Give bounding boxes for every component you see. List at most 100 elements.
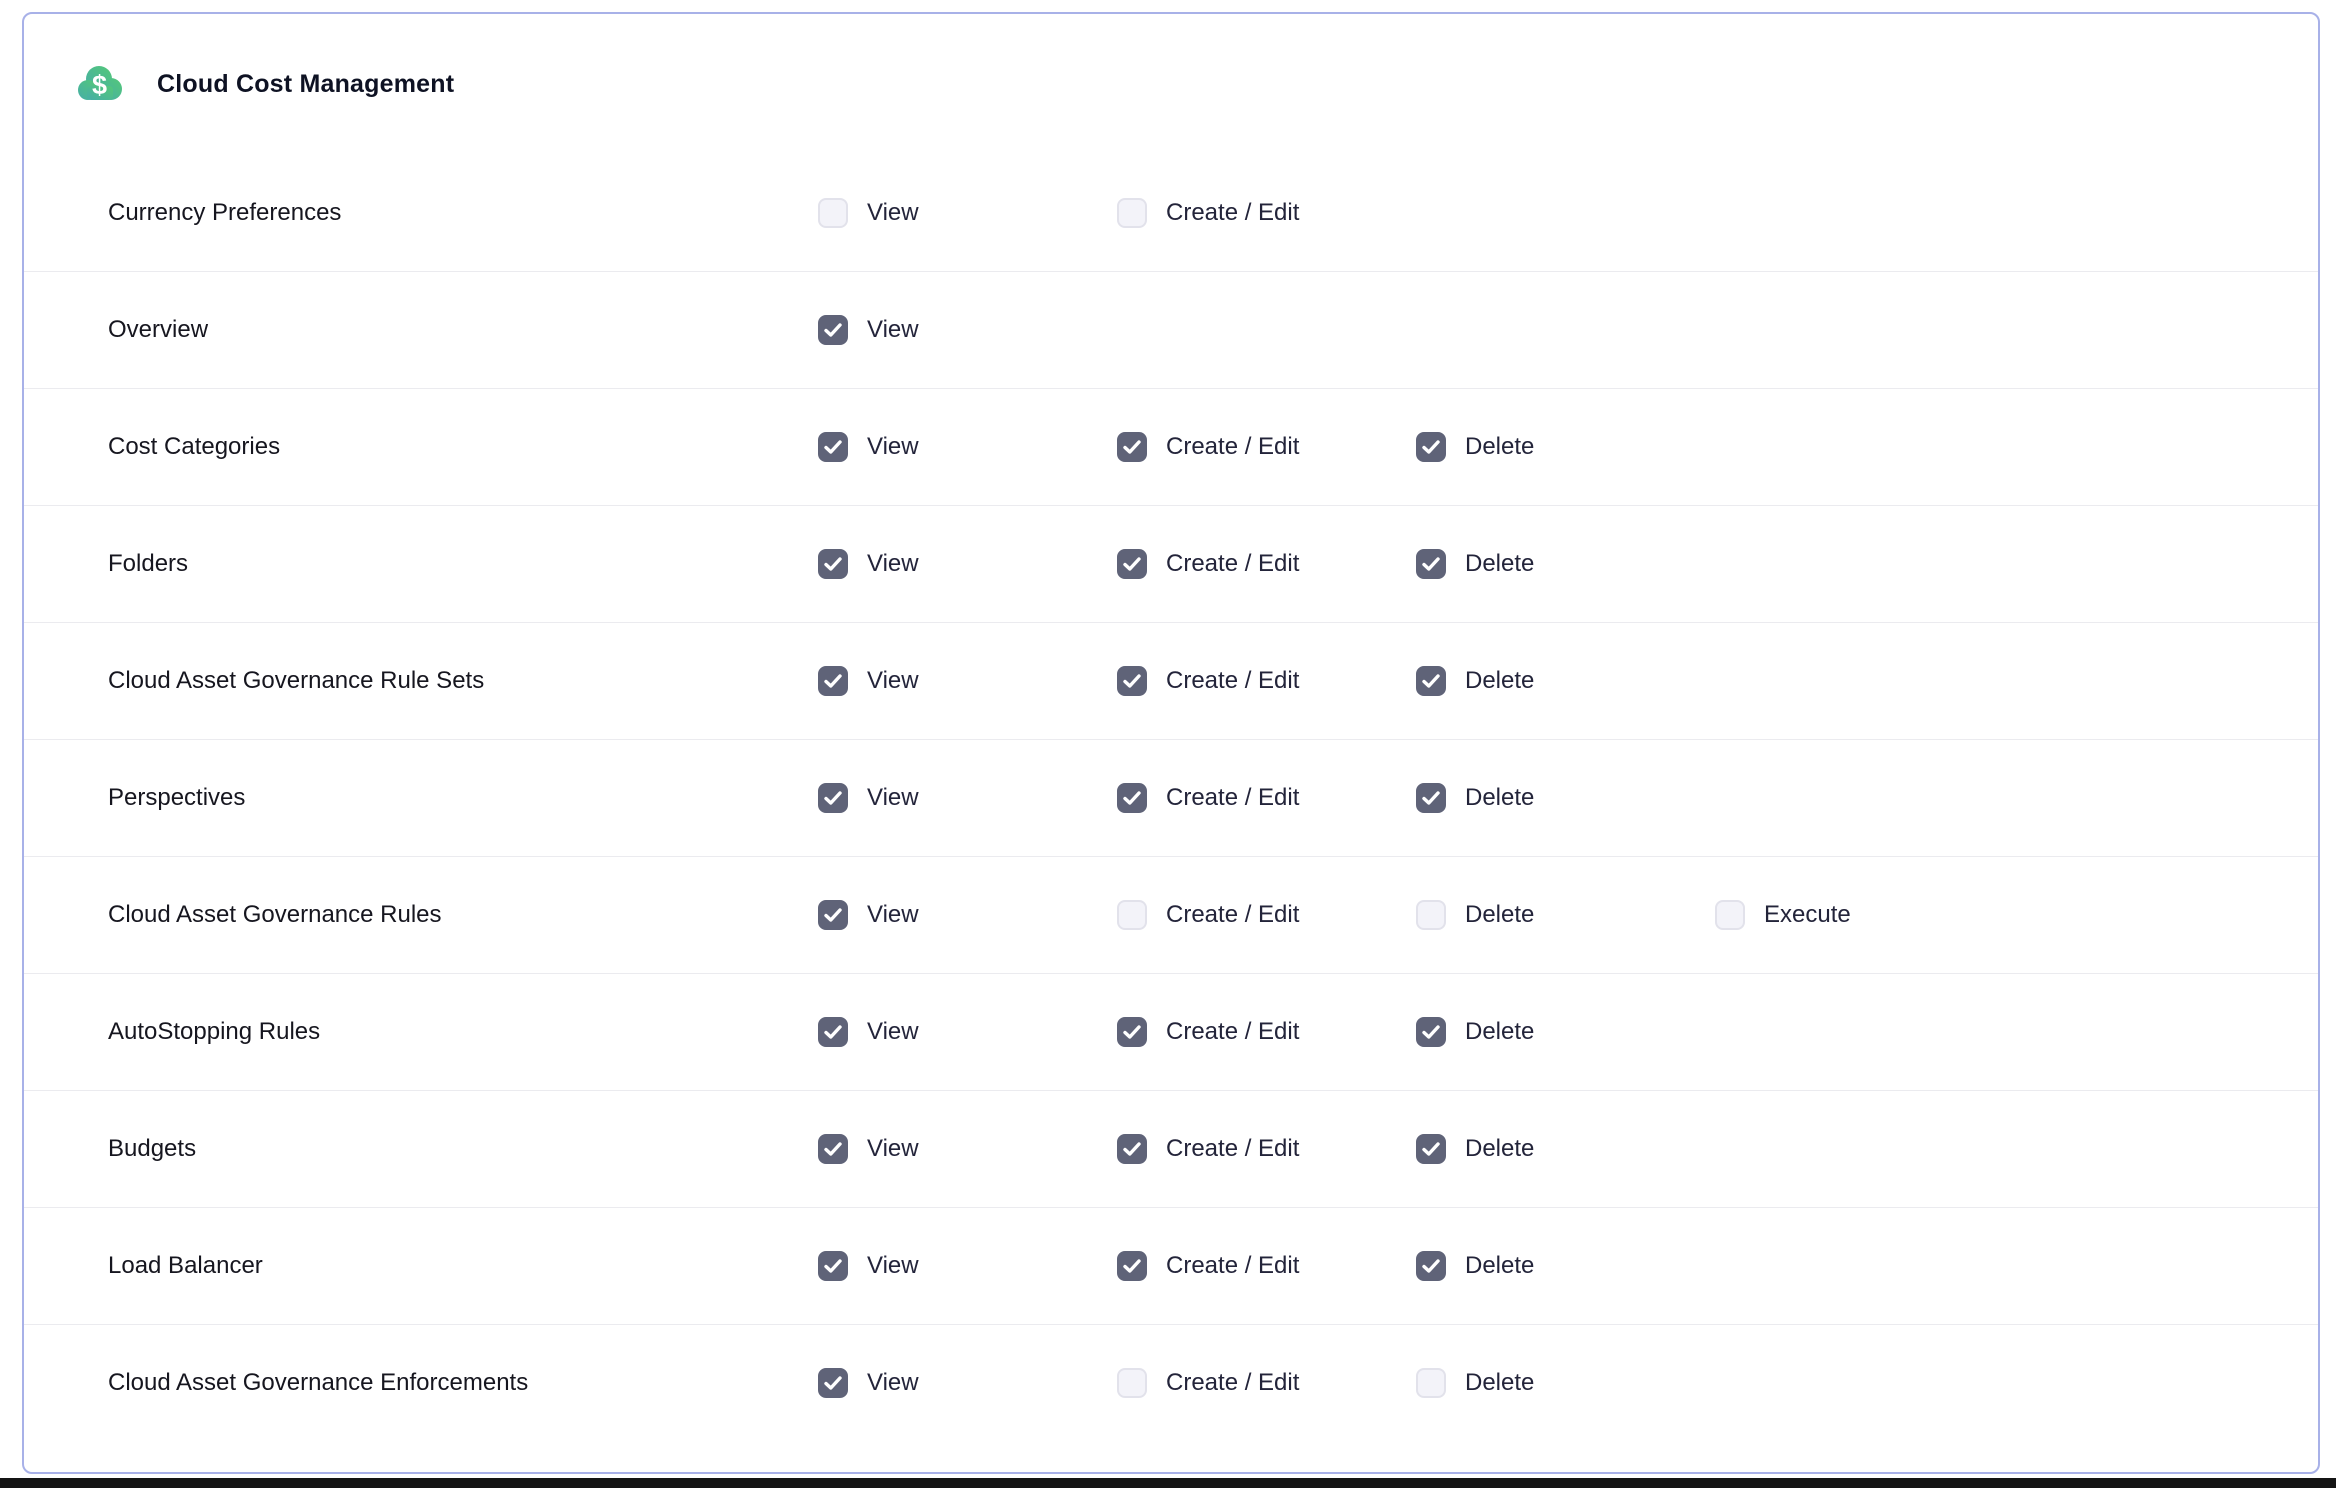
- permission-delete[interactable]: Delete: [1416, 432, 1715, 462]
- permission-row: Cloud Asset Governance Rules View Create /…: [24, 856, 2318, 973]
- checkbox-view-checked[interactable]: [818, 900, 848, 930]
- resource-label: Cloud Asset Governance Enforcements: [108, 1369, 818, 1397]
- permission-view[interactable]: View: [818, 1368, 1117, 1398]
- permission-create_edit[interactable]: Create / Edit: [1117, 432, 1416, 462]
- permission-label: Create / Edit: [1166, 1252, 1299, 1280]
- permission-label: Delete: [1465, 1135, 1534, 1163]
- checkbox-view-checked[interactable]: [818, 432, 848, 462]
- checkbox-delete-checked[interactable]: [1416, 1251, 1446, 1281]
- permission-row: BudgetsViewCreate / EditDelete: [24, 1090, 2318, 1207]
- checkbox-delete-checked[interactable]: [1416, 1134, 1446, 1164]
- checkbox-view-checked[interactable]: [818, 783, 848, 813]
- resource-label: Cloud Asset Governance Rule Sets: [108, 667, 818, 695]
- permission-create_edit[interactable]: Create / Edit: [1117, 198, 1416, 228]
- checkbox-create_edit-unchecked[interactable]: [1117, 1368, 1147, 1398]
- checkbox-view-checked[interactable]: [818, 666, 848, 696]
- permission-view[interactable]: View: [818, 900, 1117, 930]
- checkbox-delete-checked[interactable]: [1416, 1017, 1446, 1047]
- permission-delete[interactable]: Delete: [1416, 783, 1715, 813]
- permission-label: View: [867, 199, 919, 227]
- permission-label: Create / Edit: [1166, 1369, 1299, 1397]
- checkbox-create_edit-unchecked[interactable]: [1117, 198, 1147, 228]
- permission-delete[interactable]: Delete: [1416, 666, 1715, 696]
- permission-delete[interactable]: Delete: [1416, 1017, 1715, 1047]
- resource-label: Overview: [108, 316, 818, 344]
- permission-label: Delete: [1465, 550, 1534, 578]
- permission-row: Cloud Asset Governance Enforcements View C…: [24, 1324, 2318, 1441]
- permission-delete[interactable]: Delete: [1416, 1368, 1715, 1398]
- checkbox-create_edit-checked[interactable]: [1117, 1251, 1147, 1281]
- checkbox-create_edit-checked[interactable]: [1117, 549, 1147, 579]
- checkbox-delete-checked[interactable]: [1416, 783, 1446, 813]
- permission-delete[interactable]: Delete: [1416, 549, 1715, 579]
- checkbox-create_edit-checked[interactable]: [1117, 666, 1147, 696]
- checkbox-view-checked[interactable]: [818, 549, 848, 579]
- resource-label: AutoStopping Rules: [108, 1018, 818, 1046]
- permission-label: View: [867, 901, 919, 929]
- permission-view[interactable]: View: [818, 432, 1117, 462]
- permission-label: View: [867, 667, 919, 695]
- checkbox-create_edit-checked[interactable]: [1117, 783, 1147, 813]
- resource-label: Folders: [108, 550, 818, 578]
- checkbox-delete-unchecked[interactable]: [1416, 900, 1446, 930]
- permission-view[interactable]: View: [818, 315, 1117, 345]
- permission-view[interactable]: View: [818, 198, 1117, 228]
- resource-label: Cloud Asset Governance Rules: [108, 901, 818, 929]
- cloud-dollar-icon: $: [76, 63, 124, 105]
- permission-row: Folders View Create / Edit Delete: [24, 505, 2318, 622]
- permission-create_edit[interactable]: Create / Edit: [1117, 900, 1416, 930]
- resource-label: Perspectives: [108, 784, 818, 812]
- permission-label: Create / Edit: [1166, 550, 1299, 578]
- permission-label: View: [867, 316, 919, 344]
- checkbox-view-checked[interactable]: [818, 1017, 848, 1047]
- permission-delete[interactable]: Delete: [1416, 900, 1715, 930]
- permission-label: Create / Edit: [1166, 667, 1299, 695]
- permission-view[interactable]: View: [818, 1017, 1117, 1047]
- checkbox-create_edit-unchecked[interactable]: [1117, 900, 1147, 930]
- module-header: $ Cloud Cost Management: [24, 14, 2318, 154]
- checkbox-delete-unchecked[interactable]: [1416, 1368, 1446, 1398]
- permission-delete[interactable]: Delete: [1416, 1134, 1715, 1164]
- checkbox-view-unchecked[interactable]: [818, 198, 848, 228]
- permission-label: View: [867, 1369, 919, 1397]
- permissions-table: Currency PreferencesViewCreate / EditOve…: [24, 154, 2318, 1441]
- checkbox-create_edit-checked[interactable]: [1117, 432, 1147, 462]
- checkbox-delete-checked[interactable]: [1416, 666, 1446, 696]
- permission-view[interactable]: View: [818, 783, 1117, 813]
- checkbox-create_edit-checked[interactable]: [1117, 1017, 1147, 1047]
- permission-label: View: [867, 433, 919, 461]
- checkbox-view-checked[interactable]: [818, 1134, 848, 1164]
- permission-label: Delete: [1465, 784, 1534, 812]
- checkbox-delete-checked[interactable]: [1416, 549, 1446, 579]
- checkbox-create_edit-checked[interactable]: [1117, 1134, 1147, 1164]
- checkbox-delete-checked[interactable]: [1416, 432, 1446, 462]
- permission-create_edit[interactable]: Create / Edit: [1117, 549, 1416, 579]
- permission-view[interactable]: View: [818, 666, 1117, 696]
- permission-label: Delete: [1465, 1252, 1534, 1280]
- permission-create_edit[interactable]: Create / Edit: [1117, 1251, 1416, 1281]
- permission-view[interactable]: View: [818, 1251, 1117, 1281]
- permission-delete[interactable]: Delete: [1416, 1251, 1715, 1281]
- permission-create_edit[interactable]: Create / Edit: [1117, 1134, 1416, 1164]
- checkbox-execute-unchecked[interactable]: [1715, 900, 1745, 930]
- permission-label: Delete: [1465, 901, 1534, 929]
- permission-label: Delete: [1465, 1018, 1534, 1046]
- permission-create_edit[interactable]: Create / Edit: [1117, 783, 1416, 813]
- checkbox-view-checked[interactable]: [818, 1368, 848, 1398]
- permission-execute[interactable]: Execute: [1715, 900, 2014, 930]
- permission-row: AutoStopping RulesViewCreate / Edit Delet…: [24, 973, 2318, 1090]
- permission-view[interactable]: View: [818, 1134, 1117, 1164]
- checkbox-view-checked[interactable]: [818, 315, 848, 345]
- checkbox-view-checked[interactable]: [818, 1251, 848, 1281]
- permission-label: View: [867, 550, 919, 578]
- module-title: Cloud Cost Management: [157, 70, 454, 99]
- resource-label: Currency Preferences: [108, 199, 818, 227]
- permission-view[interactable]: View: [818, 549, 1117, 579]
- permission-label: Create / Edit: [1166, 199, 1299, 227]
- permission-label: Delete: [1465, 667, 1534, 695]
- permission-create_edit[interactable]: Create / Edit: [1117, 666, 1416, 696]
- permission-create_edit[interactable]: Create / Edit: [1117, 1017, 1416, 1047]
- permission-label: Delete: [1465, 1369, 1534, 1397]
- permission-create_edit[interactable]: Create / Edit: [1117, 1368, 1416, 1398]
- permission-label: Create / Edit: [1166, 433, 1299, 461]
